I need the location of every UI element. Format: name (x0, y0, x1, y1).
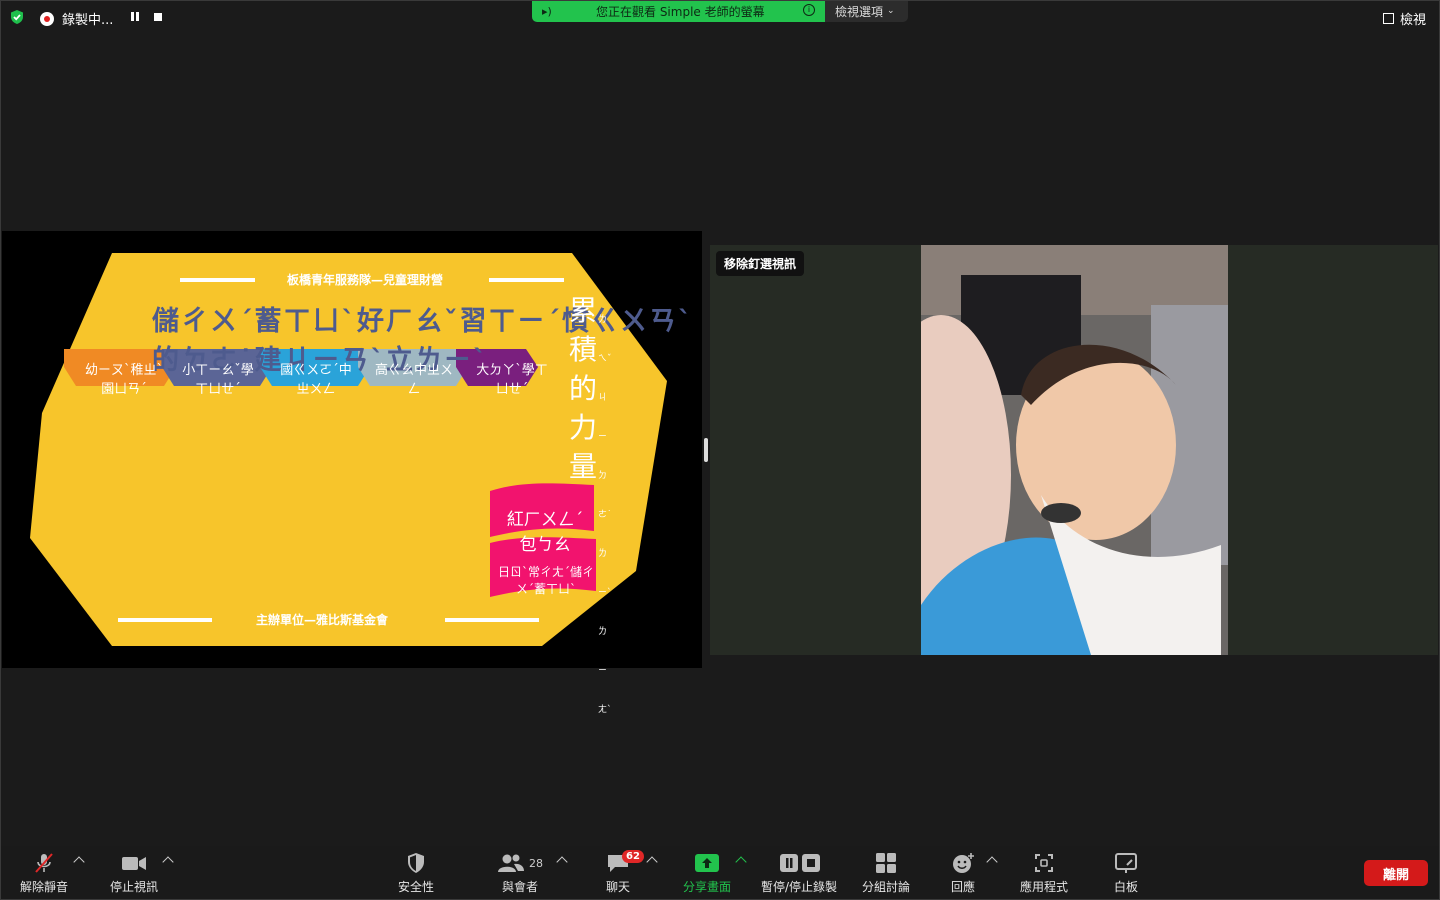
share-banner-text: 您正在觀看 Simple 老師的螢幕 (596, 5, 765, 19)
encryption-shield-icon[interactable] (9, 9, 25, 25)
zhuyin: ㄌㄧㄤˋ (598, 627, 612, 715)
video-camera-icon (121, 852, 147, 874)
video-options-chevron-icon[interactable] (162, 856, 174, 868)
stage-label-junior-high: 國ㄍㄨㄛˊ中ㄓㄨㄥ (280, 363, 352, 397)
recording-label: 錄製中... (62, 13, 114, 28)
baby-photo (921, 245, 1228, 655)
stage-label-elementary: 小ㄒㄧㄠˇ學ㄒㄩㄝˊ (182, 363, 254, 397)
zhuyin: ㄌㄟˇ (598, 315, 612, 364)
shared-screen: 板橋青年服務隊—兒童理財營 儲ㄔㄨˊ蓄ㄒㄩˋ好ㄏㄠˇ習ㄒㄧˊ慣ㄍㄨㄢˋ的ㄉㄜ˙建… (2, 231, 702, 715)
chat-options-chevron-icon[interactable] (646, 856, 658, 868)
security-button[interactable]: 安全性 (398, 852, 434, 895)
vertical-zhuyin: ㄌㄟˇ ㄐㄧ ㄉㄜ˙ ㄌㄧˋ ㄌㄧㄤˋ (598, 301, 612, 730)
stage-label-university: 大ㄉㄚˋ學ㄒㄩㄝˊ (476, 363, 548, 397)
apps-icon (1033, 852, 1055, 874)
unpin-video-button[interactable]: 移除釘選視訊 (716, 251, 805, 276)
view-options-button[interactable]: 檢視選項 ⌄ (825, 0, 908, 22)
leave-button[interactable]: 離開 (1364, 860, 1428, 886)
slide-top-caption: 板橋青年服務隊—兒童理財營 (287, 273, 444, 287)
vertical-char: 量 (568, 450, 597, 483)
panel-resize-handle[interactable] (704, 438, 708, 462)
flag-red-envelope-label: 紅ㄏㄨㄥˊ包ㄅㄠ (506, 510, 584, 555)
security-label: 安全性 (398, 880, 435, 894)
participants-button[interactable]: 28 與會者 (497, 852, 543, 895)
zhuyin: ㄌㄧˋ (598, 549, 612, 598)
vertical-title: 累 積 的 力 量 (566, 291, 600, 486)
speaker-icon: ▸) (542, 5, 552, 18)
audio-options-chevron-icon[interactable] (73, 856, 85, 868)
stop-video-label: 停止視訊 (110, 880, 159, 894)
meeting-toolbar: 解除靜音 停止視訊 安全性 28 與會者 聊天 62 分享畫面 暫停/停止錄製 … (0, 846, 1440, 900)
vertical-char: 力 (568, 411, 597, 444)
whiteboard-button[interactable]: 白板 (1114, 852, 1138, 895)
chevron-down-icon: ⌄ (887, 6, 895, 16)
view-layout-icon (1382, 13, 1394, 24)
vertical-char: 累 (568, 294, 597, 327)
emoji-icon (951, 852, 975, 874)
unmute-button[interactable]: 解除靜音 (20, 852, 68, 895)
slide-bottom-caption: 主辦單位—雅比斯基金會 (256, 613, 389, 627)
muted-mic-icon (33, 852, 55, 874)
zhuyin: ㄐㄧ (598, 393, 608, 442)
apps-label: 應用程式 (1020, 880, 1069, 894)
info-icon[interactable]: i (803, 4, 815, 16)
share-screen-label: 分享畫面 (683, 880, 732, 894)
share-options-chevron-icon[interactable] (735, 856, 747, 868)
vertical-char: 積 (568, 333, 597, 366)
reactions-button[interactable]: 回應 (951, 852, 975, 895)
pause-stop-recording-button[interactable]: 暫停/停止錄製 (761, 852, 837, 895)
participants-label: 與會者 (501, 880, 538, 894)
breakout-rooms-button[interactable]: 分組討論 (862, 852, 910, 895)
view-label: 檢視 (1399, 13, 1426, 28)
breakout-grid-icon (875, 852, 897, 874)
participants-count: 28 (529, 856, 543, 870)
whiteboard-label: 白板 (1114, 880, 1139, 894)
vertical-char: 的 (568, 372, 597, 405)
chat-unread-badge: 62 (622, 850, 644, 863)
chat-label: 聊天 (606, 880, 631, 894)
share-screen-button[interactable]: 分享畫面 (683, 852, 731, 895)
reactions-options-chevron-icon[interactable] (986, 856, 998, 868)
view-button[interactable]: 檢視 (1382, 9, 1426, 28)
pinned-video-tile[interactable]: 移除釘選視訊 (710, 245, 1438, 655)
view-options-label: 檢視選項 (835, 4, 884, 19)
breakout-label: 分組討論 (862, 880, 911, 894)
unmute-label: 解除靜音 (20, 880, 69, 894)
apps-button[interactable]: 應用程式 (1020, 852, 1068, 895)
shield-icon (406, 852, 426, 874)
participants-options-chevron-icon[interactable] (556, 856, 568, 868)
participants-icon: 28 (497, 852, 543, 874)
screen-share-banner: ▸) 您正在觀看 Simple 老師的螢幕 i (532, 0, 825, 22)
stop-video-button[interactable]: 停止視訊 (110, 852, 158, 895)
recording-indicator: 錄製中... (40, 9, 113, 28)
pause-stop-icon (774, 852, 824, 874)
stop-recording-button[interactable] (154, 13, 162, 21)
stage-label-kindergarten: 幼ㄧㄡˋ稚ㄓˋ園ㄩㄢˊ (84, 363, 163, 397)
participant-video (921, 245, 1228, 655)
pause-recording-button[interactable] (131, 12, 140, 21)
flag-daily-savings-label: 日ㄖˋ常ㄔㄤˊ儲ㄔㄨˊ蓄ㄒㄩˋ (497, 565, 594, 596)
whiteboard-icon (1114, 852, 1138, 874)
top-bar: 錄製中... ▸) 您正在觀看 Simple 老師的螢幕 i 檢視選項 ⌄ 檢視 (0, 0, 1440, 34)
share-screen-icon (694, 852, 720, 874)
stage-label-senior-high: 高ㄍㄠ中ㄓㄨㄥ (374, 363, 453, 397)
pause-stop-record-label: 暫停/停止錄製 (761, 880, 838, 894)
record-icon (40, 11, 54, 26)
reactions-label: 回應 (951, 880, 976, 894)
zhuyin: ㄉㄜ˙ (598, 471, 612, 520)
